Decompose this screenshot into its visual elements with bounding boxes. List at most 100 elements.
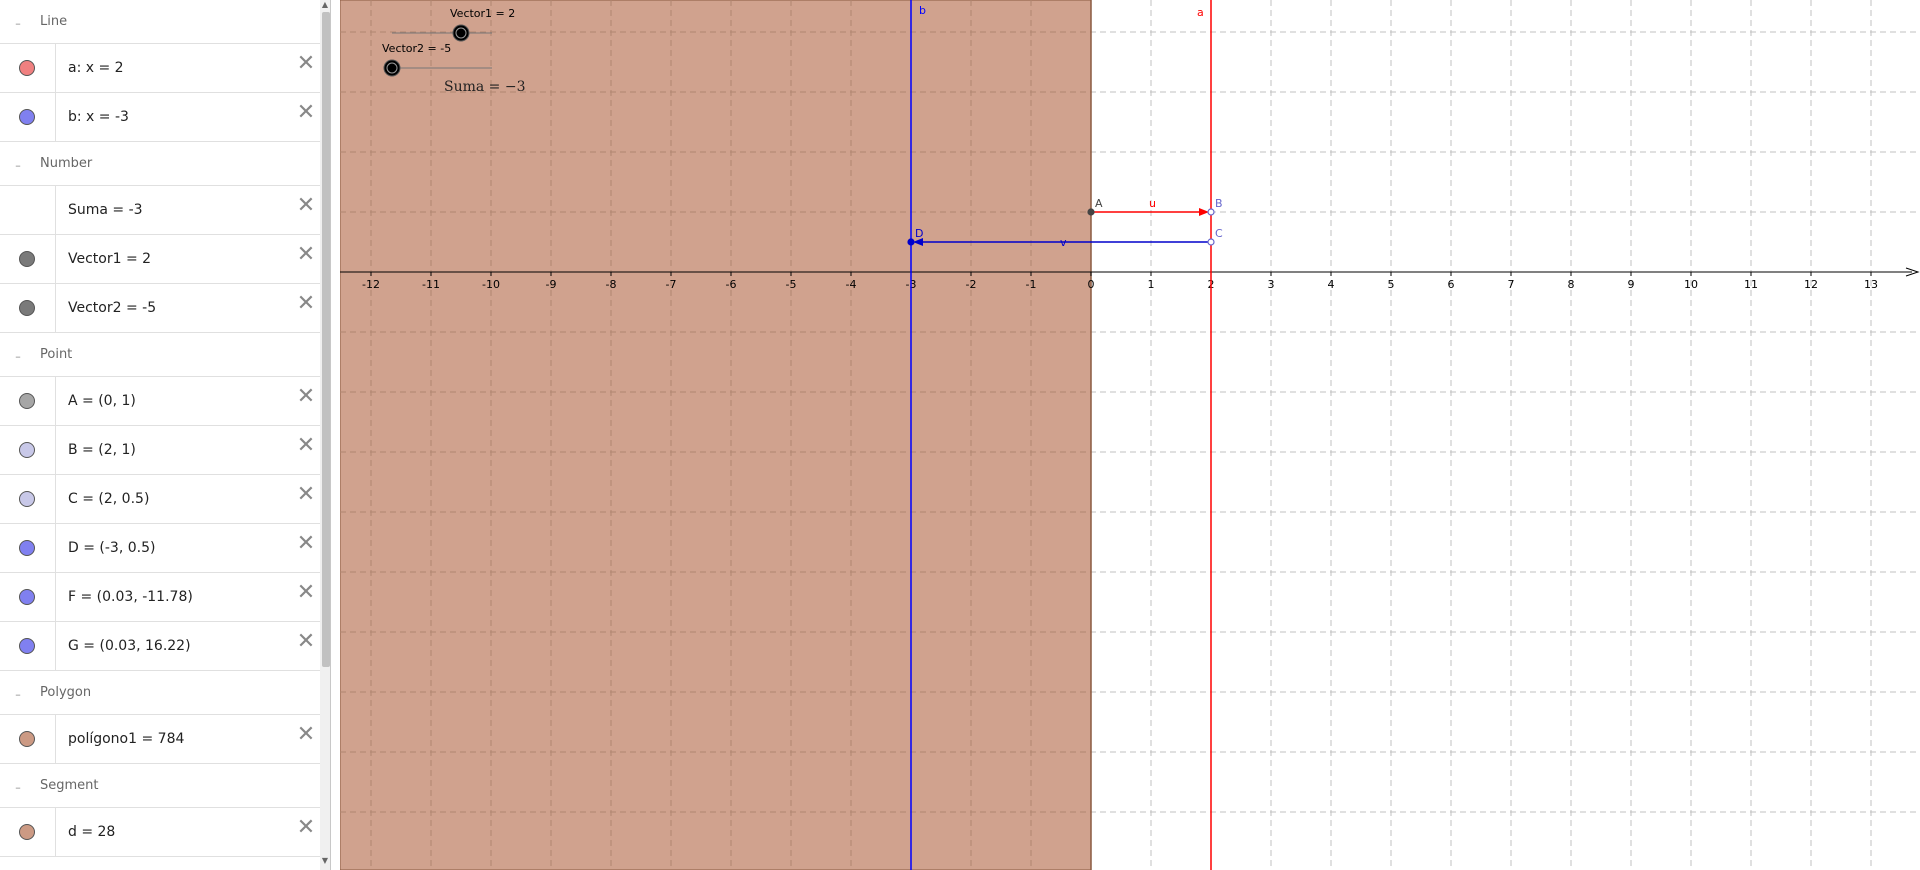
visibility-toggle-cell[interactable] <box>0 377 56 425</box>
delete-icon[interactable]: ✕ <box>296 817 316 839</box>
algebra-item[interactable]: Vector1 = 2 ✕ <box>0 235 330 284</box>
collapse-icon[interactable]: – <box>12 18 24 30</box>
algebra-expression[interactable]: C = (2, 0.5) <box>68 491 149 507</box>
point-b[interactable] <box>1207 208 1215 216</box>
algebra-scrollbar[interactable]: ▲ ▼ <box>320 0 330 870</box>
x-tick-label: 1 <box>1148 278 1155 291</box>
delete-icon[interactable]: ✕ <box>296 435 316 457</box>
algebra-item[interactable]: a: x = 2 ✕ <box>0 44 330 93</box>
algebra-expression[interactable]: polígono1 = 784 <box>68 731 184 747</box>
delete-icon[interactable]: ✕ <box>296 724 316 746</box>
algebra-expression[interactable]: A = (0, 1) <box>68 393 136 409</box>
x-tick-label: 10 <box>1684 278 1698 291</box>
collapse-icon[interactable]: – <box>12 782 24 794</box>
x-tick-label: 0 <box>1088 278 1095 291</box>
visibility-toggle-cell[interactable] <box>0 93 56 141</box>
visibility-toggle-icon[interactable] <box>19 251 35 267</box>
algebra-item[interactable]: D = (-3, 0.5) ✕ <box>0 524 330 573</box>
algebra-list: – Line a: x = 2 ✕ b: x = -3 ✕ – Number Suma = -3… <box>0 0 330 857</box>
collapse-icon[interactable]: – <box>12 689 24 701</box>
collapse-icon[interactable]: – <box>12 160 24 172</box>
algebra-view: – Line a: x = 2 ✕ b: x = -3 ✕ – Number Suma = -3… <box>0 0 331 870</box>
group-header-number: – Number <box>0 142 330 186</box>
algebra-expression[interactable]: D = (-3, 0.5) <box>68 540 155 556</box>
algebra-item[interactable]: F = (0.03, -11.78) ✕ <box>0 573 330 622</box>
graphics-view[interactable]: -12-11-10-9-8-7-6-5-4-3-2-10123456789101… <box>340 0 1920 870</box>
point-d[interactable] <box>907 238 915 246</box>
algebra-item[interactable]: C = (2, 0.5) ✕ <box>0 475 330 524</box>
visibility-toggle-cell[interactable] <box>0 524 56 572</box>
delete-icon[interactable]: ✕ <box>296 484 316 506</box>
x-tick-label: -11 <box>422 278 440 291</box>
algebra-item[interactable]: d = 28 ✕ <box>0 808 330 857</box>
algebra-expression[interactable]: d = 28 <box>68 824 115 840</box>
point-c[interactable] <box>1207 238 1215 246</box>
scroll-down-icon[interactable]: ▼ <box>320 856 330 866</box>
delete-icon[interactable]: ✕ <box>296 386 316 408</box>
group-title: Segment <box>40 778 99 793</box>
algebra-expression[interactable]: Vector2 = -5 <box>68 300 156 316</box>
group-title: Polygon <box>40 685 92 700</box>
delete-icon[interactable]: ✕ <box>296 293 316 315</box>
visibility-toggle-cell[interactable] <box>0 622 56 670</box>
x-tick-label: -9 <box>546 278 557 291</box>
line-a-label: a <box>1197 6 1204 19</box>
slider-vector2-label: Vector2 = -5 <box>382 42 451 55</box>
algebra-expression[interactable]: Suma = -3 <box>68 202 143 218</box>
delete-icon[interactable]: ✕ <box>296 53 316 75</box>
visibility-toggle-cell[interactable] <box>0 715 56 763</box>
algebra-expression[interactable]: B = (2, 1) <box>68 442 136 458</box>
visibility-toggle-cell[interactable] <box>0 475 56 523</box>
visibility-toggle-icon[interactable] <box>19 109 35 125</box>
visibility-toggle-cell[interactable] <box>0 235 56 283</box>
visibility-toggle-cell[interactable] <box>0 44 56 92</box>
algebra-item[interactable]: Suma = -3 ✕ <box>0 186 330 235</box>
visibility-toggle-cell[interactable] <box>0 284 56 332</box>
algebra-expression[interactable]: F = (0.03, -11.78) <box>68 589 193 605</box>
delete-icon[interactable]: ✕ <box>296 244 316 266</box>
x-tick-label: -2 <box>966 278 977 291</box>
algebra-item[interactable]: Vector2 = -5 ✕ <box>0 284 330 333</box>
x-tick-label: -10 <box>482 278 500 291</box>
algebra-item[interactable]: B = (2, 1) ✕ <box>0 426 330 475</box>
slider-vector2-handle-inner <box>386 62 398 74</box>
vector-v-label: v <box>1060 236 1067 249</box>
x-tick-label: 8 <box>1568 278 1575 291</box>
visibility-toggle-cell[interactable] <box>0 426 56 474</box>
scroll-up-icon[interactable]: ▲ <box>320 0 330 10</box>
algebra-expression[interactable]: a: x = 2 <box>68 60 124 76</box>
visibility-toggle-icon[interactable] <box>19 638 35 654</box>
visibility-toggle-icon[interactable] <box>19 60 35 76</box>
visibility-toggle-icon[interactable] <box>19 393 35 409</box>
algebra-expression[interactable]: G = (0.03, 16.22) <box>68 638 191 654</box>
delete-icon[interactable]: ✕ <box>296 582 316 604</box>
delete-icon[interactable]: ✕ <box>296 533 316 555</box>
algebra-expression[interactable]: b: x = -3 <box>68 109 129 125</box>
visibility-toggle-cell[interactable] <box>0 186 56 234</box>
visibility-toggle-icon[interactable] <box>19 540 35 556</box>
algebra-item[interactable]: G = (0.03, 16.22) ✕ <box>0 622 330 671</box>
graphics-canvas[interactable]: -12-11-10-9-8-7-6-5-4-3-2-10123456789101… <box>340 0 1920 870</box>
delete-icon[interactable]: ✕ <box>296 102 316 124</box>
algebra-expression[interactable]: Vector1 = 2 <box>68 251 151 267</box>
algebra-item[interactable]: b: x = -3 ✕ <box>0 93 330 142</box>
visibility-toggle-icon[interactable] <box>19 824 35 840</box>
delete-icon[interactable]: ✕ <box>296 631 316 653</box>
visibility-toggle-icon[interactable] <box>19 300 35 316</box>
visibility-toggle-icon[interactable] <box>19 731 35 747</box>
x-tick-label: 12 <box>1804 278 1818 291</box>
delete-icon[interactable]: ✕ <box>296 195 316 217</box>
visibility-toggle-icon[interactable] <box>19 491 35 507</box>
polygon-region[interactable] <box>340 0 1092 870</box>
collapse-icon[interactable]: – <box>12 351 24 363</box>
visibility-toggle-icon[interactable] <box>19 589 35 605</box>
visibility-toggle-icon[interactable] <box>19 442 35 458</box>
group-header-line: – Line <box>0 0 330 44</box>
scroll-thumb[interactable] <box>322 12 330 667</box>
point-a[interactable] <box>1087 208 1095 216</box>
x-tick-label: 4 <box>1328 278 1335 291</box>
visibility-toggle-cell[interactable] <box>0 573 56 621</box>
algebra-item[interactable]: polígono1 = 784 ✕ <box>0 715 330 764</box>
algebra-item[interactable]: A = (0, 1) ✕ <box>0 377 330 426</box>
visibility-toggle-cell[interactable] <box>0 808 56 856</box>
